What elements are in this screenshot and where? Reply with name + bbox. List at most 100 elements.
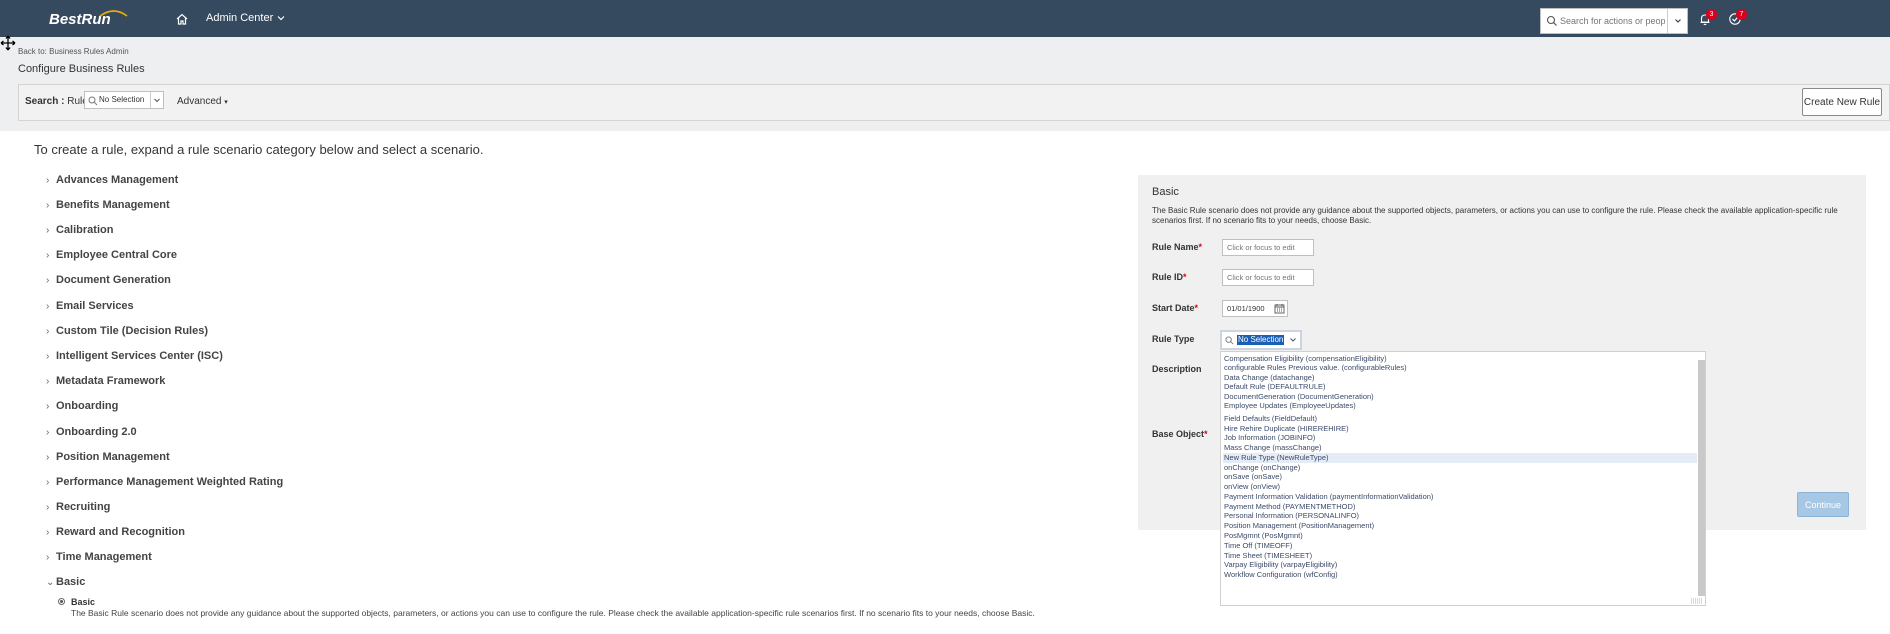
category-recruiting[interactable]: › Recruiting [46, 499, 110, 515]
rule-type-option[interactable]: Job Information (JOBINFO) [1223, 433, 1697, 443]
basic-scenario-description: The Basic Rule scenario does not provide… [71, 608, 1035, 618]
start-date-label: Start Date* [1152, 303, 1198, 313]
category-onboarding[interactable]: › Onboarding [46, 398, 118, 414]
required-mark: * [1194, 303, 1199, 313]
module-name[interactable]: Admin Center [206, 12, 273, 24]
category-label: Document Generation [56, 274, 171, 286]
back-link[interactable]: Back to: Business Rules Admin [18, 47, 129, 56]
rule-type-combo[interactable]: No Selection [1220, 330, 1302, 350]
rule-type-option[interactable]: Employee Updates (EmployeeUpdates) [1223, 401, 1697, 411]
calendar-icon[interactable] [1274, 303, 1285, 314]
category-advances-management[interactable]: › Advances Management [46, 172, 178, 188]
todo-badge: 7 [1736, 9, 1747, 20]
rule-type-option[interactable]: onView (onView) [1223, 482, 1697, 492]
chevron-right-icon: › [46, 174, 50, 186]
category-calibration[interactable]: › Calibration [46, 222, 113, 238]
category-performance-management-weighted-rating[interactable]: › Performance Management Weighted Rating [46, 474, 283, 490]
advanced-search-toggle[interactable]: Advanced ▾ [177, 96, 228, 107]
chevron-right-icon: › [46, 451, 50, 463]
rule-type-label: Rule Type [1152, 334, 1195, 344]
category-onboarding-2-0[interactable]: › Onboarding 2.0 [46, 424, 137, 440]
category-reward-and-recognition[interactable]: › Reward and Recognition [46, 524, 185, 540]
chevron-right-icon: › [46, 199, 50, 211]
category-time-management[interactable]: › Time Management [46, 549, 152, 565]
category-label: Reward and Recognition [56, 526, 185, 538]
chevron-down-icon[interactable] [275, 12, 287, 24]
rule-search-combo[interactable]: No Selection [84, 91, 164, 109]
category-basic[interactable]: ⌄ Basic [46, 574, 85, 590]
chevron-right-icon: › [46, 224, 50, 236]
category-metadata-framework[interactable]: › Metadata Framework [46, 373, 165, 389]
panel-description: The Basic Rule scenario does not provide… [1152, 206, 1838, 225]
rule-type-value: No Selection [1237, 335, 1285, 345]
category-custom-tile-decision-rules[interactable]: › Custom Tile (Decision Rules) [46, 323, 208, 339]
category-label: Recruiting [56, 501, 111, 513]
rule-type-option[interactable]: Mass Change (massChange) [1223, 443, 1697, 453]
category-label: Position Management [56, 451, 170, 463]
search-icon [1546, 15, 1557, 26]
rule-type-dropdown-list[interactable]: Compensation Eligibility (compensationEl… [1220, 351, 1706, 606]
category-label: Onboarding 2.0 [56, 426, 137, 438]
create-new-rule-button[interactable]: Create New Rule [1802, 88, 1882, 116]
required-mark: * [1204, 429, 1208, 439]
chevron-right-icon: › [46, 426, 50, 438]
rule-name-label: Rule Name* [1152, 242, 1202, 252]
category-label: Time Management [56, 551, 152, 563]
category-label: Advances Management [56, 174, 179, 186]
chevron-right-icon: › [46, 274, 50, 286]
page-title: Configure Business Rules [18, 63, 145, 75]
basic-radio[interactable] [58, 598, 65, 605]
chevron-right-icon: › [46, 526, 50, 538]
global-search-input[interactable] [1560, 12, 1665, 30]
chevron-right-icon: › [46, 501, 50, 513]
rule-type-option[interactable]: Field Defaults (FieldDefault) [1223, 414, 1697, 424]
base-object-label: Base Object* [1152, 429, 1208, 439]
category-label: Benefits Management [56, 199, 170, 211]
category-label: Performance Management Weighted Rating [56, 476, 284, 488]
resize-grip-icon[interactable] [1690, 598, 1704, 604]
category-label: Calibration [56, 224, 114, 236]
caret-down-icon: ▾ [224, 99, 228, 106]
rule-type-option[interactable]: Workflow Configuration (wfConfig) [1223, 570, 1697, 580]
search-label-text: Search : [25, 96, 65, 107]
rule-type-option[interactable]: Position Management (PositionManagement) [1223, 521, 1697, 531]
category-employee-central-core[interactable]: › Employee Central Core [46, 247, 177, 263]
basic-radio-label[interactable]: Basic [71, 597, 95, 607]
rule-type-option[interactable]: onSave (onSave) [1223, 472, 1697, 482]
rule-type-option[interactable]: Personal Information (PERSONALINFO) [1223, 511, 1697, 521]
rule-type-option[interactable]: Default Rule (DEFAULTRULE) [1223, 382, 1697, 392]
rule-type-option[interactable]: Varpay Eligibility (varpayEligibility) [1223, 560, 1697, 570]
continue-button[interactable]: Continue [1797, 492, 1849, 517]
category-benefits-management[interactable]: › Benefits Management [46, 197, 170, 213]
rule-search-dropdown[interactable] [150, 92, 163, 108]
start-date-label-text: Start Date [1152, 303, 1195, 313]
rule-type-option[interactable]: Time Off (TIMEOFF) [1223, 541, 1697, 551]
required-mark: * [1198, 242, 1203, 252]
company-logo[interactable]: BestRun [48, 8, 130, 30]
search-scope-dropdown[interactable] [1667, 9, 1687, 33]
category-label: Intelligent Services Center (ISC) [56, 350, 223, 362]
move-cursor-icon [0, 35, 16, 51]
search-label: Search : Rule [25, 96, 88, 107]
rule-type-option[interactable]: PosMgmnt (PosMgmnt) [1223, 531, 1697, 541]
rule-type-option[interactable]: New Rule Type (NewRuleType) [1223, 453, 1697, 463]
chevron-right-icon: › [46, 476, 50, 488]
category-document-generation[interactable]: › Document Generation [46, 272, 171, 288]
rule-id-label-text: Rule ID [1152, 272, 1184, 282]
category-label: Custom Tile (Decision Rules) [56, 325, 208, 337]
chevron-right-icon: › [46, 400, 50, 412]
dropdown-scrollbar[interactable] [1698, 360, 1705, 596]
rule-type-option[interactable]: configurable Rules Previous value. (conf… [1223, 363, 1697, 373]
category-intelligent-services-center-isc[interactable]: › Intelligent Services Center (ISC) [46, 348, 223, 364]
search-icon [1225, 336, 1234, 345]
category-label: Email Services [56, 300, 134, 312]
category-email-services[interactable]: › Email Services [46, 298, 134, 314]
rule-id-input[interactable] [1222, 269, 1314, 286]
home-icon[interactable] [175, 12, 189, 26]
chevron-down-icon[interactable] [1288, 335, 1298, 345]
rule-name-input[interactable] [1222, 239, 1314, 256]
rule-type-option[interactable]: Payment Information Validation (paymentI… [1223, 492, 1697, 502]
global-search[interactable] [1540, 8, 1688, 34]
category-position-management[interactable]: › Position Management [46, 449, 170, 465]
start-date-input[interactable]: 01/01/1900 [1222, 300, 1288, 317]
